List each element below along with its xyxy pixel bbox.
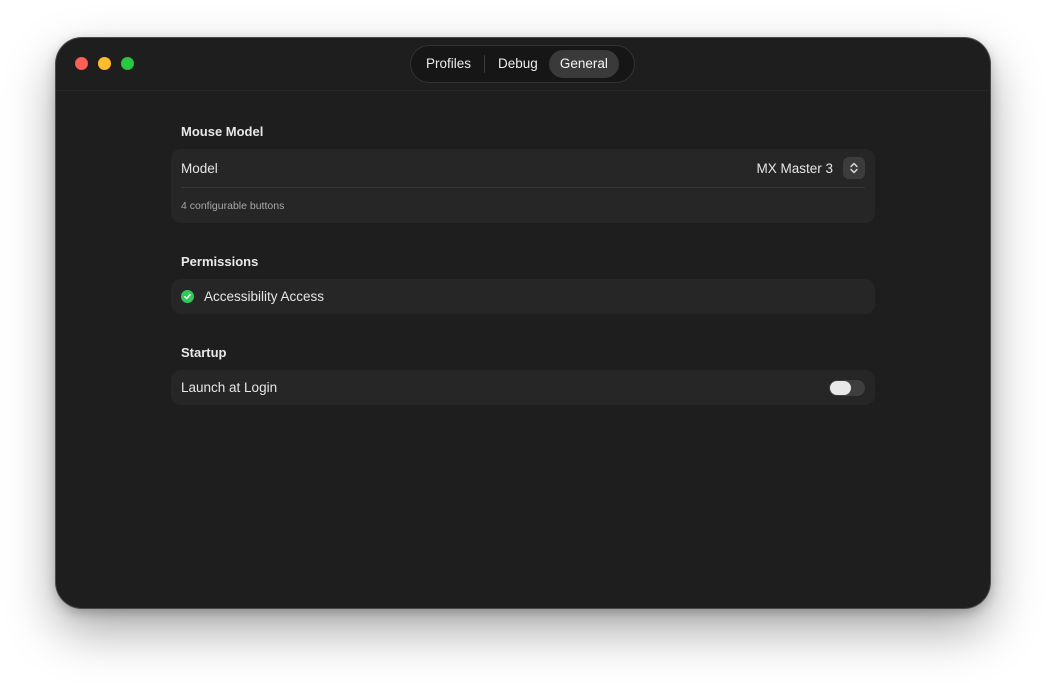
model-description: 4 configurable buttons [181,199,285,212]
title-bar: Profiles Debug General [56,38,990,91]
permissions-card: Accessibility Access [171,279,875,314]
section-title-mouse-model: Mouse Model [181,124,264,139]
tab-profiles[interactable]: Profiles [415,50,482,78]
tab-general[interactable]: General [548,50,619,78]
tab-separator [484,55,486,73]
close-window-button[interactable] [75,57,88,70]
section-title-startup: Startup [181,345,227,360]
mouse-model-card: Model MX Master 3 4 configurable buttons [171,149,875,223]
model-description-row: 4 configurable buttons [171,188,875,223]
checkmark-circle-icon [181,290,194,303]
model-label: Model [181,160,218,176]
zoom-window-button[interactable] [121,57,134,70]
launch-at-login-label: Launch at Login [181,380,278,395]
accessibility-label: Accessibility Access [204,289,325,304]
section-title-permissions: Permissions [181,254,259,269]
model-select-stepper-icon[interactable] [843,157,865,179]
settings-content: Mouse Model Model MX Master 3 4 configur… [171,90,875,405]
startup-card: Launch at Login [171,370,875,405]
app-window: Profiles Debug General Mouse Model Model… [56,38,990,608]
minimize-window-button[interactable] [98,57,111,70]
toggle-knob [830,380,851,395]
launch-at-login-toggle[interactable] [829,379,865,396]
tab-debug[interactable]: Debug [487,50,549,78]
accessibility-row: Accessibility Access [171,279,875,314]
launch-at-login-row: Launch at Login [171,370,875,405]
model-row: Model MX Master 3 [171,149,875,187]
model-select-value[interactable]: MX Master 3 [756,161,833,176]
tab-bar: Profiles Debug General [411,46,634,82]
